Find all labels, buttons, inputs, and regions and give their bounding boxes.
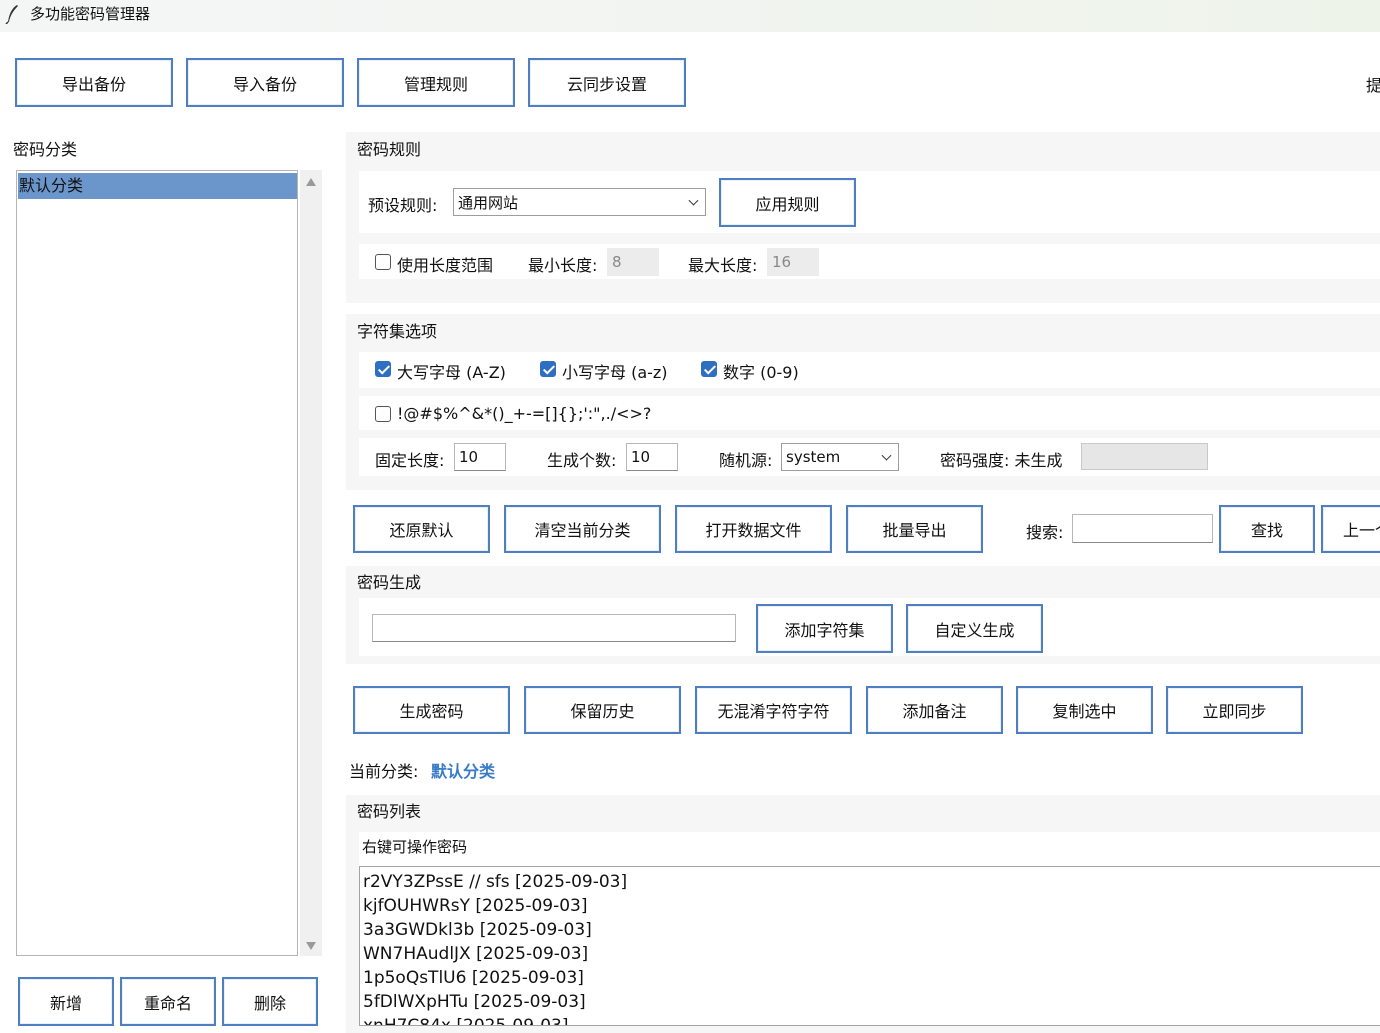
current-category-label: 当前分类:	[349, 762, 419, 781]
no-ambiguous-chars-button[interactable]: 无混淆字符字符	[695, 686, 852, 734]
feather-icon	[5, 5, 18, 24]
apply-rule-button[interactable]: 应用规则	[719, 178, 856, 227]
min-length-label: 最小长度:	[528, 256, 598, 275]
title-bar	[0, 0, 1380, 32]
min-length-input[interactable]: 8	[607, 248, 659, 276]
open-data-file-button[interactable]: 打开数据文件	[675, 505, 832, 553]
strength-bar	[1081, 443, 1208, 470]
search-label: 搜索:	[1026, 523, 1064, 542]
custom-generate-button[interactable]: 自定义生成	[906, 604, 1043, 653]
current-category-value: 默认分类	[431, 762, 496, 781]
find-button[interactable]: 查找	[1219, 505, 1315, 553]
delete-category-button[interactable]: 删除	[222, 977, 318, 1026]
use-length-range-checkbox[interactable]	[375, 254, 391, 270]
chevron-down-icon	[688, 195, 699, 206]
rules-row-length	[359, 244, 1380, 279]
category-list[interactable]: 默认分类	[16, 170, 298, 956]
password-list-hint: 右键可操作密码	[362, 838, 468, 856]
preset-rule-value: 通用网站	[458, 193, 519, 212]
rename-category-button[interactable]: 重命名	[120, 977, 216, 1026]
keep-history-button[interactable]: 保留历史	[524, 686, 681, 734]
password-list-hint-row	[359, 832, 1380, 866]
password-list[interactable]: r2VY3ZPssE // sfs [2025-09-03] kjfOUHWRs…	[359, 866, 1380, 1026]
generate-password-button[interactable]: 生成密码	[353, 686, 510, 734]
list-item[interactable]: WN7HAudlJX [2025-09-03]	[360, 942, 1380, 966]
search-input[interactable]	[1072, 514, 1213, 543]
import-backup-button[interactable]: 导入备份	[186, 58, 344, 107]
batch-export-button[interactable]: 批量导出	[846, 505, 983, 553]
preset-rule-select[interactable]: 通用网站	[453, 188, 706, 216]
list-item[interactable]: 1p5oQsTlU6 [2025-09-03]	[360, 966, 1380, 990]
manage-rules-button[interactable]: 管理规则	[357, 58, 515, 107]
count-input[interactable]: 10	[626, 443, 678, 471]
max-length-label: 最大长度:	[688, 256, 758, 275]
export-backup-button[interactable]: 导出备份	[15, 58, 173, 107]
digits-label: 数字 (0-9)	[723, 363, 799, 382]
strength-label: 密码强度: 未生成	[940, 451, 1063, 470]
charset-row-1	[359, 352, 1380, 388]
add-note-button[interactable]: 添加备注	[866, 686, 1003, 734]
list-item[interactable]: r2VY3ZPssE // sfs [2025-09-03]	[360, 870, 1380, 894]
list-item[interactable]: xnH7C84x [2025-09-03]	[360, 1014, 1380, 1025]
uppercase-checkbox[interactable]	[375, 361, 391, 377]
list-item[interactable]: kjfOUHWRsY [2025-09-03]	[360, 894, 1380, 918]
list-item[interactable]: 5fDlWXpHTu [2025-09-03]	[360, 990, 1380, 1014]
restore-default-button[interactable]: 还原默认	[353, 505, 490, 553]
random-source-label: 随机源:	[719, 451, 773, 470]
random-source-value: system	[786, 448, 841, 466]
generation-section-title: 密码生成	[357, 573, 422, 592]
scroll-up-arrow-icon[interactable]	[306, 178, 316, 186]
password-list-title: 密码列表	[357, 802, 422, 821]
random-source-select[interactable]: system	[781, 443, 899, 471]
add-charset-button[interactable]: 添加字符集	[756, 604, 893, 653]
charset-section-title: 字符集选项	[357, 322, 438, 341]
lowercase-label: 小写字母 (a-z)	[562, 363, 668, 382]
digits-checkbox[interactable]	[701, 361, 717, 377]
scroll-down-arrow-icon[interactable]	[306, 942, 316, 950]
copy-selected-button[interactable]: 复制选中	[1016, 686, 1153, 734]
previous-button[interactable]: 上一个	[1321, 505, 1380, 553]
preset-rule-label: 预设规则:	[368, 196, 438, 215]
cloud-sync-settings-button[interactable]: 云同步设置	[528, 58, 686, 107]
clear-category-button[interactable]: 清空当前分类	[504, 505, 661, 553]
count-label: 生成个数:	[547, 451, 617, 470]
max-length-input[interactable]: 16	[767, 248, 819, 276]
custom-charset-input[interactable]	[372, 614, 736, 642]
symbols-label: !@#$%^&*()_+-=[]{};':",./<>?	[397, 404, 652, 423]
add-category-button[interactable]: 新增	[18, 977, 114, 1026]
symbols-checkbox[interactable]	[375, 406, 391, 422]
rules-section-title: 密码规则	[357, 140, 422, 159]
category-item-default[interactable]: 默认分类	[18, 173, 297, 199]
toolbar-clipped-label[interactable]: 提	[1366, 72, 1380, 96]
uppercase-label: 大写字母 (A-Z)	[397, 363, 506, 382]
fixed-length-label: 固定长度:	[375, 451, 445, 470]
window-title: 多功能密码管理器	[30, 5, 151, 23]
sync-now-button[interactable]: 立即同步	[1166, 686, 1303, 734]
use-length-range-label: 使用长度范围	[397, 256, 494, 275]
category-list-scrollbar[interactable]	[300, 170, 322, 956]
fixed-length-input[interactable]: 10	[454, 443, 506, 471]
chevron-down-icon	[881, 450, 892, 461]
list-item[interactable]: 3a3GWDkl3b [2025-09-03]	[360, 918, 1380, 942]
category-section-title: 密码分类	[13, 140, 78, 159]
lowercase-checkbox[interactable]	[540, 361, 556, 377]
